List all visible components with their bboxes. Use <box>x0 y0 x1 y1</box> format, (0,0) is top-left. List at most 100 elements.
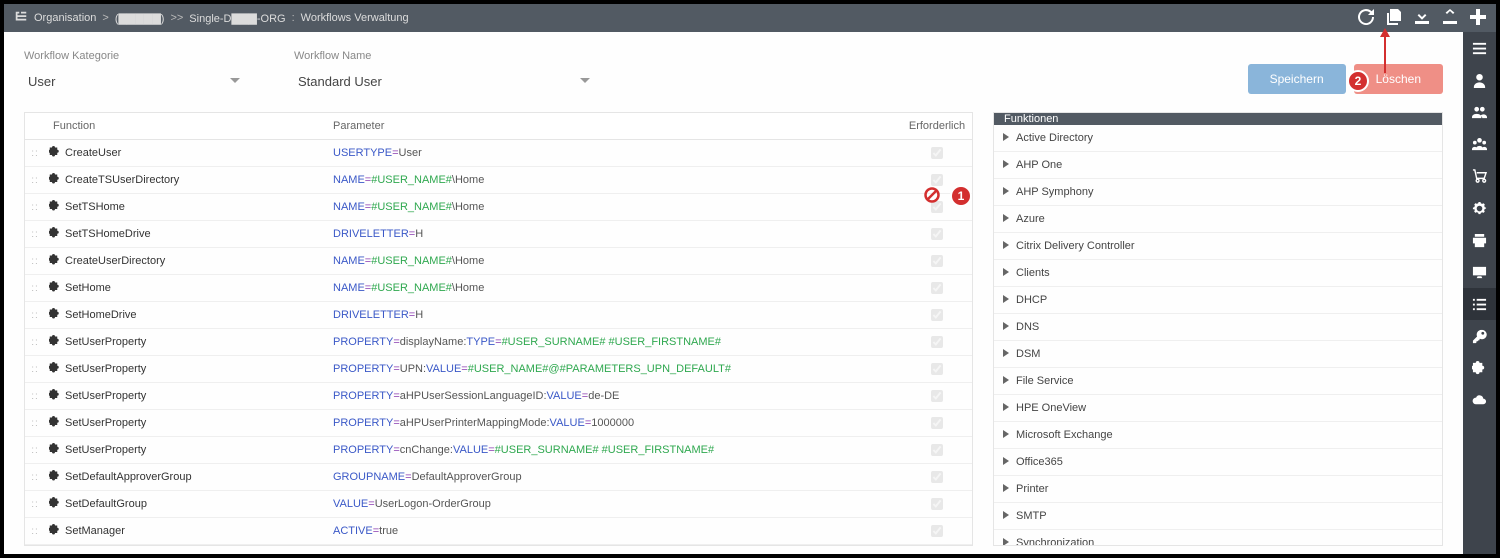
drag-handle-icon[interactable]: :: <box>25 202 45 213</box>
puzzle-icon <box>49 200 61 215</box>
puzzle-icon <box>49 497 61 512</box>
functions-group[interactable]: Active Directory <box>994 125 1442 152</box>
table-row[interactable]: ::CreateUserUSERTYPE=User <box>25 140 972 167</box>
drag-handle-icon[interactable]: :: <box>25 175 45 186</box>
save-button[interactable]: Speichern <box>1248 64 1346 94</box>
workflow-category-label: Workflow Kategorie <box>24 50 244 62</box>
functions-group[interactable]: Office365 <box>994 449 1442 476</box>
caret-right-icon <box>1002 348 1010 360</box>
chevron-down-icon <box>580 74 590 89</box>
rail-gear-icon[interactable] <box>1463 192 1496 224</box>
right-icon-rail <box>1463 32 1496 554</box>
rail-puzzle-icon[interactable] <box>1463 352 1496 384</box>
rail-user-icon[interactable] <box>1463 64 1496 96</box>
functions-group[interactable]: SMTP <box>994 503 1442 530</box>
caret-right-icon <box>1002 213 1010 225</box>
drag-handle-icon[interactable]: :: <box>25 283 45 294</box>
drag-handle-icon[interactable]: :: <box>25 229 45 240</box>
functions-group[interactable]: DNS <box>994 314 1442 341</box>
rail-key-icon[interactable] <box>1463 320 1496 352</box>
download-icon[interactable] <box>1414 9 1430 28</box>
cell-function: SetUserProperty <box>45 389 325 404</box>
table-row[interactable]: ::SetTSHomeNAME=#USER_NAME#\Home <box>25 194 972 221</box>
required-checkbox <box>931 471 943 483</box>
breadcrumb-root[interactable]: Organisation <box>34 12 96 24</box>
rail-cloud-icon[interactable] <box>1463 384 1496 416</box>
rail-list-icon[interactable] <box>1463 288 1496 320</box>
caret-right-icon <box>1002 456 1010 468</box>
rail-print-icon[interactable] <box>1463 224 1496 256</box>
drag-handle-icon[interactable]: :: <box>25 445 45 456</box>
refresh-icon[interactable] <box>1358 9 1374 28</box>
functions-panel-title: Funktionen <box>994 113 1442 125</box>
col-required[interactable]: Erforderlich <box>902 113 972 139</box>
functions-group[interactable]: AHP Symphony <box>994 179 1442 206</box>
rail-menu-icon[interactable] <box>1463 32 1496 64</box>
puzzle-icon <box>49 443 61 458</box>
col-function[interactable]: Function <box>45 113 325 139</box>
table-row[interactable]: ::SetDefaultGroupVALUE=UserLogon-OrderGr… <box>25 491 972 518</box>
cell-parameter: PROPERTY=UPN:VALUE=#USER_NAME#@#PARAMETE… <box>325 363 902 375</box>
workflow-name-select[interactable]: Standard User <box>294 68 594 94</box>
table-row[interactable]: ::SetHomeNAME=#USER_NAME#\Home <box>25 275 972 302</box>
drag-handle-icon[interactable]: :: <box>25 391 45 402</box>
table-row[interactable]: ::SetTSHomeDriveDRIVELETTER=H <box>25 221 972 248</box>
drag-handle-icon[interactable]: :: <box>25 499 45 510</box>
functions-group[interactable]: File Service <box>994 368 1442 395</box>
table-row[interactable]: ::SetDefaultApproverGroupGROUPNAME=Defau… <box>25 464 972 491</box>
breadcrumb-mid[interactable]: (▇▇▇▇▇) <box>115 12 165 25</box>
drag-handle-icon[interactable]: :: <box>25 472 45 483</box>
drag-handle-icon[interactable]: :: <box>25 310 45 321</box>
table-row[interactable]: ::SetUserPropertyPROPERTY=displayName:TY… <box>25 329 972 356</box>
table-row[interactable]: ::SetHomeDriveDRIVELETTER=H <box>25 302 972 329</box>
rail-cart-icon[interactable] <box>1463 160 1496 192</box>
workflow-category-select[interactable]: User <box>24 68 244 94</box>
drag-handle-icon[interactable]: :: <box>25 337 45 348</box>
table-row[interactable]: ::SetManagerACTIVE=true <box>25 518 972 545</box>
functions-group[interactable]: Citrix Delivery Controller <box>994 233 1442 260</box>
table-row[interactable]: ::SetUserPropertyPROPERTY=cnChange:VALUE… <box>25 437 972 464</box>
drag-handle-icon[interactable]: :: <box>25 526 45 537</box>
delete-button[interactable]: Löschen <box>1354 64 1443 94</box>
required-checkbox <box>931 255 943 267</box>
caret-right-icon <box>1002 186 1010 198</box>
copy-icon[interactable] <box>1386 9 1402 28</box>
drag-handle-icon[interactable]: :: <box>25 256 45 267</box>
table-row[interactable]: ::SetUserPropertyPROPERTY=aHPUserSession… <box>25 383 972 410</box>
required-checkbox <box>931 174 943 186</box>
required-checkbox <box>931 417 943 429</box>
required-checkbox <box>931 525 943 537</box>
required-checkbox <box>931 228 943 240</box>
rail-desktop-icon[interactable] <box>1463 256 1496 288</box>
plus-icon[interactable] <box>1470 9 1486 28</box>
table-row[interactable]: ::SetUserPropertyPROPERTY=UPN:VALUE=#USE… <box>25 356 972 383</box>
table-row[interactable]: ::CreateTSUserDirectoryNAME=#USER_NAME#\… <box>25 167 972 194</box>
table-row[interactable]: ::SetUserPropertyPROPERTY=aHPUserPrinter… <box>25 410 972 437</box>
col-parameter[interactable]: Parameter <box>325 113 902 139</box>
header-toolbar <box>1358 9 1486 28</box>
table-row[interactable]: ::CreateUserDirectoryNAME=#USER_NAME#\Ho… <box>25 248 972 275</box>
breadcrumb-leaf-a[interactable]: Single-D▇▇▇-ORG <box>189 12 285 25</box>
drag-handle-icon[interactable]: :: <box>25 364 45 375</box>
functions-group[interactable]: DHCP <box>994 287 1442 314</box>
cell-parameter: USERTYPE=User <box>325 147 902 159</box>
upload-icon[interactable] <box>1442 9 1458 28</box>
functions-group[interactable]: HPE OneView <box>994 395 1442 422</box>
functions-panel: Funktionen Active DirectoryAHP OneAHP Sy… <box>993 112 1443 546</box>
functions-group[interactable]: AHP One <box>994 152 1442 179</box>
functions-group[interactable]: Clients <box>994 260 1442 287</box>
rail-group-icon[interactable] <box>1463 128 1496 160</box>
drag-handle-icon[interactable]: :: <box>25 418 45 429</box>
functions-group[interactable]: Synchronization <box>994 530 1442 546</box>
functions-group[interactable]: Printer <box>994 476 1442 503</box>
cell-required <box>902 363 972 375</box>
drag-handle-icon[interactable]: :: <box>25 148 45 159</box>
functions-group[interactable]: DSM <box>994 341 1442 368</box>
cell-parameter: NAME=#USER_NAME#\Home <box>325 174 902 186</box>
functions-group[interactable]: Azure <box>994 206 1442 233</box>
functions-group[interactable]: Microsoft Exchange <box>994 422 1442 449</box>
caret-right-icon <box>1002 402 1010 414</box>
caret-right-icon <box>1002 294 1010 306</box>
cell-parameter: VALUE=UserLogon-OrderGroup <box>325 498 902 510</box>
rail-users-icon[interactable] <box>1463 96 1496 128</box>
